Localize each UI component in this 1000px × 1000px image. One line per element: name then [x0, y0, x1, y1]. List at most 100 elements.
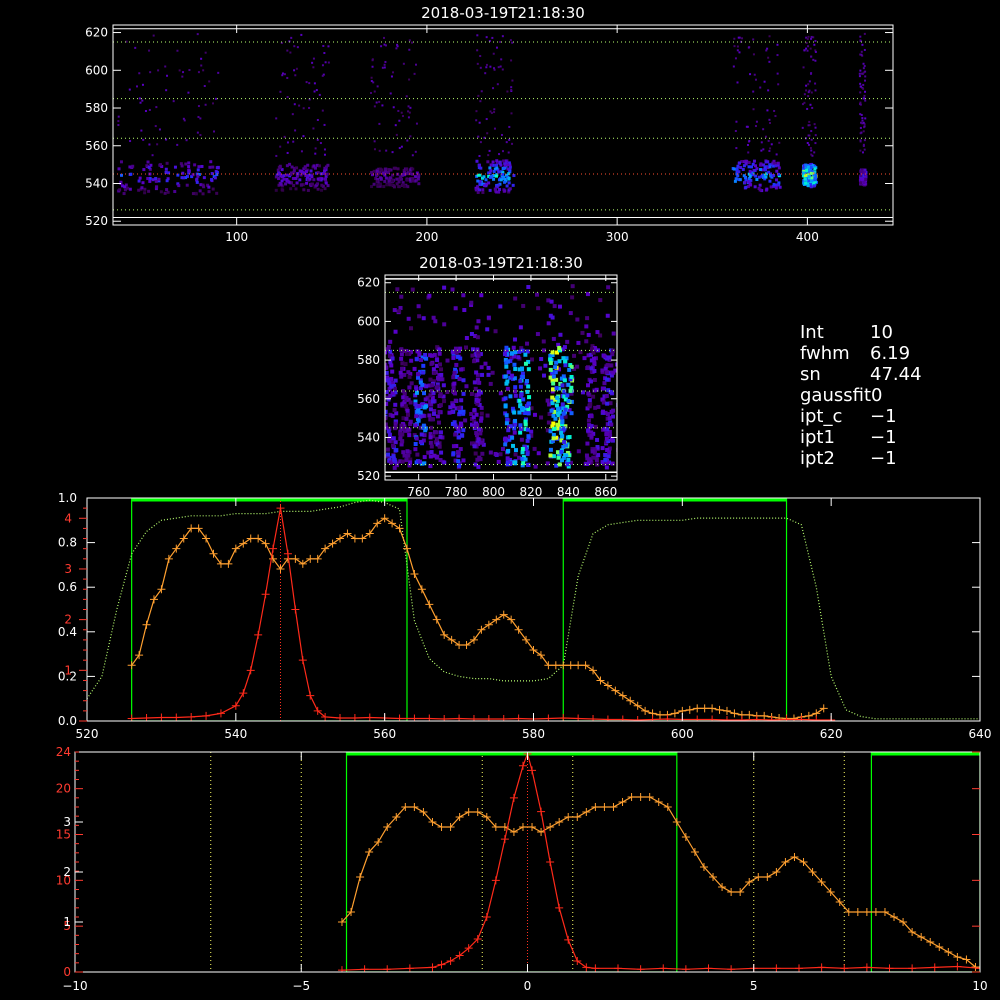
series-mean-profile-point: [336, 534, 345, 543]
heatmap-pixel: [590, 449, 595, 454]
series-line-profile-point: [591, 964, 600, 972]
series-mean-profile-point: [484, 620, 493, 629]
heatmap-pixel: [775, 153, 778, 156]
heatmap-pixel: [775, 169, 779, 173]
y-tick-label: 580: [85, 101, 108, 115]
info-value: 0: [871, 385, 883, 406]
info-panel: Int 10 fwhm 6.19 sn 47.44 gaussfit 0 ipt_c −1…: [800, 322, 922, 469]
heatmap-pixel: [461, 458, 466, 463]
heatmap-pixel: [193, 163, 197, 167]
heatmap-pixel: [507, 151, 510, 154]
heatmap-pixel: [200, 64, 203, 67]
heatmap-pixel: [563, 363, 568, 368]
heatmap-pixel: [513, 452, 518, 457]
heatmap-pixel: [575, 317, 580, 322]
heatmap-pixel: [464, 335, 469, 340]
series-mean-profile-point: [402, 544, 411, 553]
info-key: fwhm: [800, 343, 850, 364]
heatmap-pixel: [511, 183, 515, 187]
heatmap-pixel: [586, 391, 591, 396]
heatmap-pixel: [736, 164, 740, 168]
series-mean-profile-point: [447, 635, 456, 644]
y-left-tick-label: 0.0: [58, 714, 77, 728]
heatmap-pixel: [736, 81, 739, 84]
heatmap-pixel: [764, 135, 767, 138]
heatmap-pixel: [303, 166, 307, 170]
x-tick-label: 100: [225, 230, 248, 244]
heatmap-pixel: [527, 401, 532, 406]
heatmap-pixel: [859, 101, 862, 104]
heatmap-pixel: [513, 393, 518, 398]
heatmap-pixel: [461, 428, 466, 433]
heatmap-pixel: [413, 423, 418, 428]
heatmap-pixel: [155, 106, 158, 109]
heatmap-pixel: [371, 58, 374, 61]
heatmap-pixel: [423, 404, 428, 409]
heatmap-pixel: [282, 174, 286, 178]
heatmap-pixel: [739, 166, 743, 170]
series-mean-profile-point: [350, 534, 359, 543]
heatmap-pixel: [814, 39, 817, 42]
series-line-profile-point: [509, 793, 518, 802]
heatmap-pixel: [401, 115, 404, 118]
heatmap-pixel: [176, 49, 179, 52]
heatmap-pixel: [317, 164, 321, 168]
series-line-profile-point: [276, 504, 285, 513]
heatmap-pixel: [861, 117, 864, 120]
heatmap-pixel: [554, 377, 559, 382]
heatmap-pixel: [428, 407, 433, 412]
heatmap-pixel: [776, 183, 780, 187]
heatmap-pixel: [291, 113, 294, 116]
heatmap-pixel: [310, 175, 314, 179]
heatmap-pixel: [481, 190, 485, 194]
series-line-profile-point: [491, 876, 500, 885]
heatmap-pixel: [118, 188, 122, 192]
heatmap-pixel: [546, 321, 551, 326]
heatmap-pixel: [415, 63, 418, 66]
heatmap-pixel: [185, 183, 189, 187]
heatmap-pixel: [411, 154, 414, 157]
figure-canvas: 2018-03-19T21:18:30 100 200 300 40052054056…: [56, 4, 992, 993]
heatmap-pixel: [461, 391, 466, 396]
heatmap-pixel: [552, 427, 557, 432]
panel-slit-image-title: 2018-03-19T21:18:30: [421, 4, 585, 22]
heatmap-pixel: [292, 140, 295, 143]
series-line-profile-point: [618, 715, 627, 721]
heatmap-pixel: [560, 420, 565, 425]
heatmap-pixel: [505, 379, 510, 384]
y-tick-label: 620: [357, 276, 380, 290]
heatmap-pixel: [404, 458, 409, 463]
series-mean-profile-point: [254, 534, 263, 543]
heatmap-pixel: [117, 120, 120, 123]
heatmap-pixel: [204, 51, 207, 54]
heatmap-pixel: [173, 165, 177, 169]
heatmap-pixel: [805, 168, 809, 172]
heatmap-pixel: [863, 94, 866, 97]
heatmap-pixel: [290, 165, 294, 169]
heatmap-pixel: [416, 177, 420, 181]
heatmap-pixel: [804, 181, 808, 185]
series-mean-profile-point: [564, 813, 573, 821]
x-tick-label: 5: [750, 979, 758, 993]
heatmap-pixel: [148, 49, 151, 52]
heatmap-pixel: [523, 457, 528, 462]
heatmap-pixel: [181, 75, 184, 78]
heatmap-pixel: [864, 90, 867, 93]
series-mean-profile-point: [499, 610, 508, 619]
heatmap-pixel: [403, 362, 408, 367]
heatmap-pixel: [745, 125, 748, 128]
heatmap-pixel: [803, 49, 806, 52]
heatmap-pixel: [422, 455, 427, 460]
series-mean-profile-point: [944, 948, 953, 956]
heatmap-pixel: [539, 357, 544, 362]
heatmap-pixel: [370, 80, 373, 83]
heatmap-pixel: [602, 354, 607, 359]
heatmap-pixel: [814, 89, 817, 92]
heatmap-pixel: [428, 377, 433, 382]
heatmap-pixel: [409, 135, 412, 138]
heatmap-pixel: [165, 161, 169, 165]
heatmap-pixel: [759, 162, 763, 166]
heatmap-pixel: [392, 106, 395, 109]
series-mean-profile-point: [700, 704, 709, 713]
heatmap-pixel: [806, 37, 809, 40]
